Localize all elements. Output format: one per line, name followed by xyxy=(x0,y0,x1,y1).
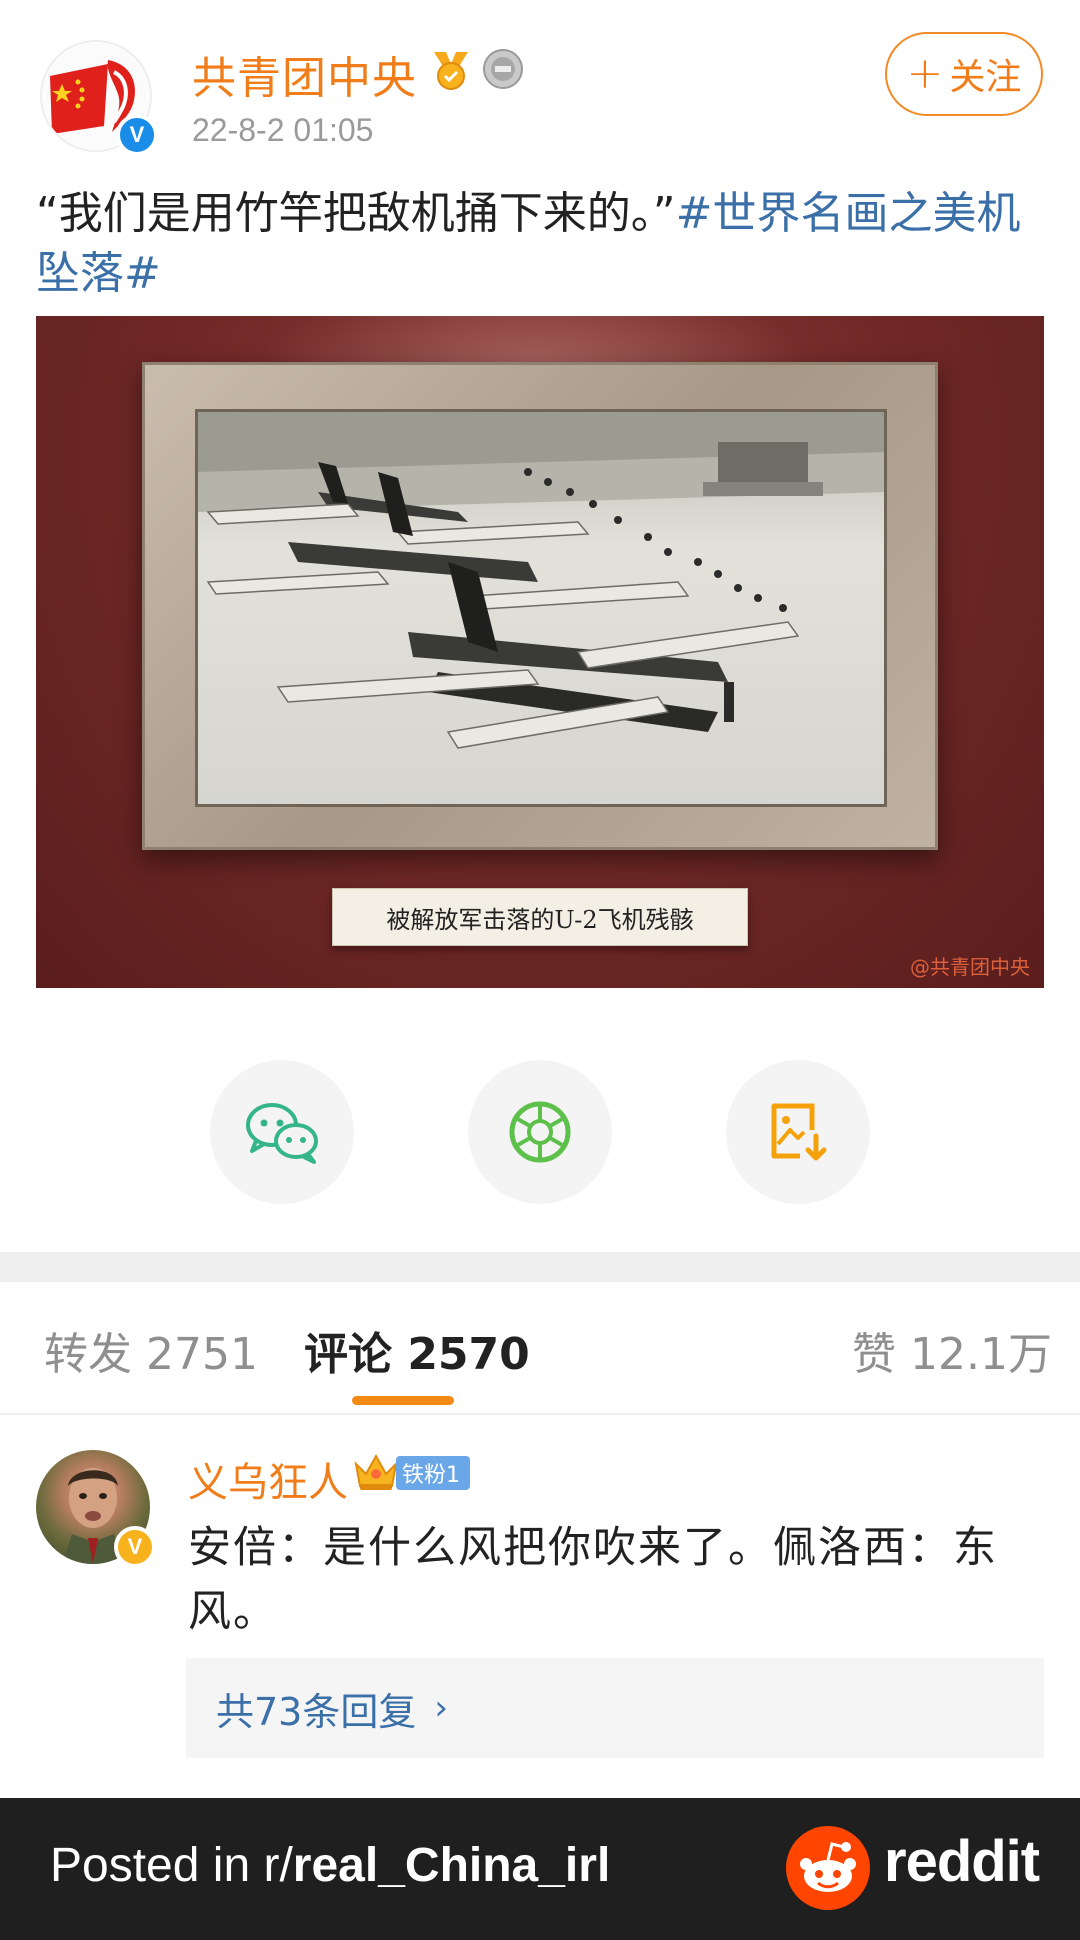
section-divider xyxy=(0,1252,1080,1282)
active-tab-indicator xyxy=(352,1396,454,1405)
author-name[interactable]: 共青团中央 xyxy=(192,42,417,106)
fan-level-badge: 铁粉1 xyxy=(396,1456,470,1490)
posted-in-text: Posted in r/real_China_irl xyxy=(50,1838,610,1893)
subreddit-name[interactable]: real_China_irl xyxy=(293,1839,610,1892)
reddit-logo-icon xyxy=(786,1826,870,1910)
follow-button[interactable]: + 关注 xyxy=(885,32,1043,116)
picture-frame xyxy=(142,362,938,850)
comment-text: 安倍：是什么风把你吹来了。佩洛西：东风。 xyxy=(188,1523,998,1637)
tabs-divider xyxy=(0,1413,1080,1415)
view-replies-button[interactable]: 共73条回复 › xyxy=(186,1658,1044,1758)
image-watermark: @共青团中央 xyxy=(910,955,1030,979)
crown-icon xyxy=(354,1453,398,1490)
post-text-main: “我们是用竹竿把敌机捅下来的。” xyxy=(36,188,676,239)
replies-count: 共73条回复 xyxy=(216,1689,417,1734)
verified-badge-icon: V xyxy=(114,1526,156,1568)
save-image-button[interactable] xyxy=(726,1060,870,1204)
post-image[interactable]: 被解放军击落的U-2飞机残骸 @共青团中央 xyxy=(36,316,1044,988)
chevron-right-icon: › xyxy=(434,1688,448,1728)
save-image-icon xyxy=(771,1103,827,1161)
share-wechat-button[interactable] xyxy=(210,1060,354,1204)
gold-medal-icon xyxy=(434,52,468,90)
silver-medal-icon xyxy=(483,49,523,89)
commenter-avatar[interactable]: V xyxy=(36,1450,156,1568)
wreckage-photo xyxy=(195,409,887,807)
commenter-name[interactable]: 义乌狂人 xyxy=(188,1450,348,1508)
plus-icon: + xyxy=(906,48,944,99)
post-text: “我们是用竹竿把敌机捅下来的。”#世界名画之美机坠落# xyxy=(36,184,1046,304)
image-caption-plate: 被解放军击落的U-2飞机残骸 xyxy=(332,888,748,946)
reddit-wordmark: reddit xyxy=(884,1829,1040,1894)
moments-icon xyxy=(509,1101,571,1163)
tab-likes[interactable]: 赞 12.1万 xyxy=(852,1318,1052,1382)
author-avatar[interactable]: V xyxy=(40,40,158,156)
plane-wreckage-illustration xyxy=(198,412,884,749)
reddit-footer: Posted in r/real_China_irl reddit xyxy=(0,1798,1080,1940)
verified-badge-icon: V xyxy=(116,114,158,156)
post-timestamp: 22-8-2 01:05 xyxy=(192,112,374,148)
tab-comments[interactable]: 评论 2570 xyxy=(304,1318,530,1382)
posted-in-prefix: Posted in r/ xyxy=(50,1839,293,1892)
share-moments-button[interactable] xyxy=(468,1060,612,1204)
wechat-icon xyxy=(246,1103,318,1164)
tab-repost[interactable]: 转发 2751 xyxy=(44,1318,258,1382)
follow-label: 关注 xyxy=(949,57,1022,98)
